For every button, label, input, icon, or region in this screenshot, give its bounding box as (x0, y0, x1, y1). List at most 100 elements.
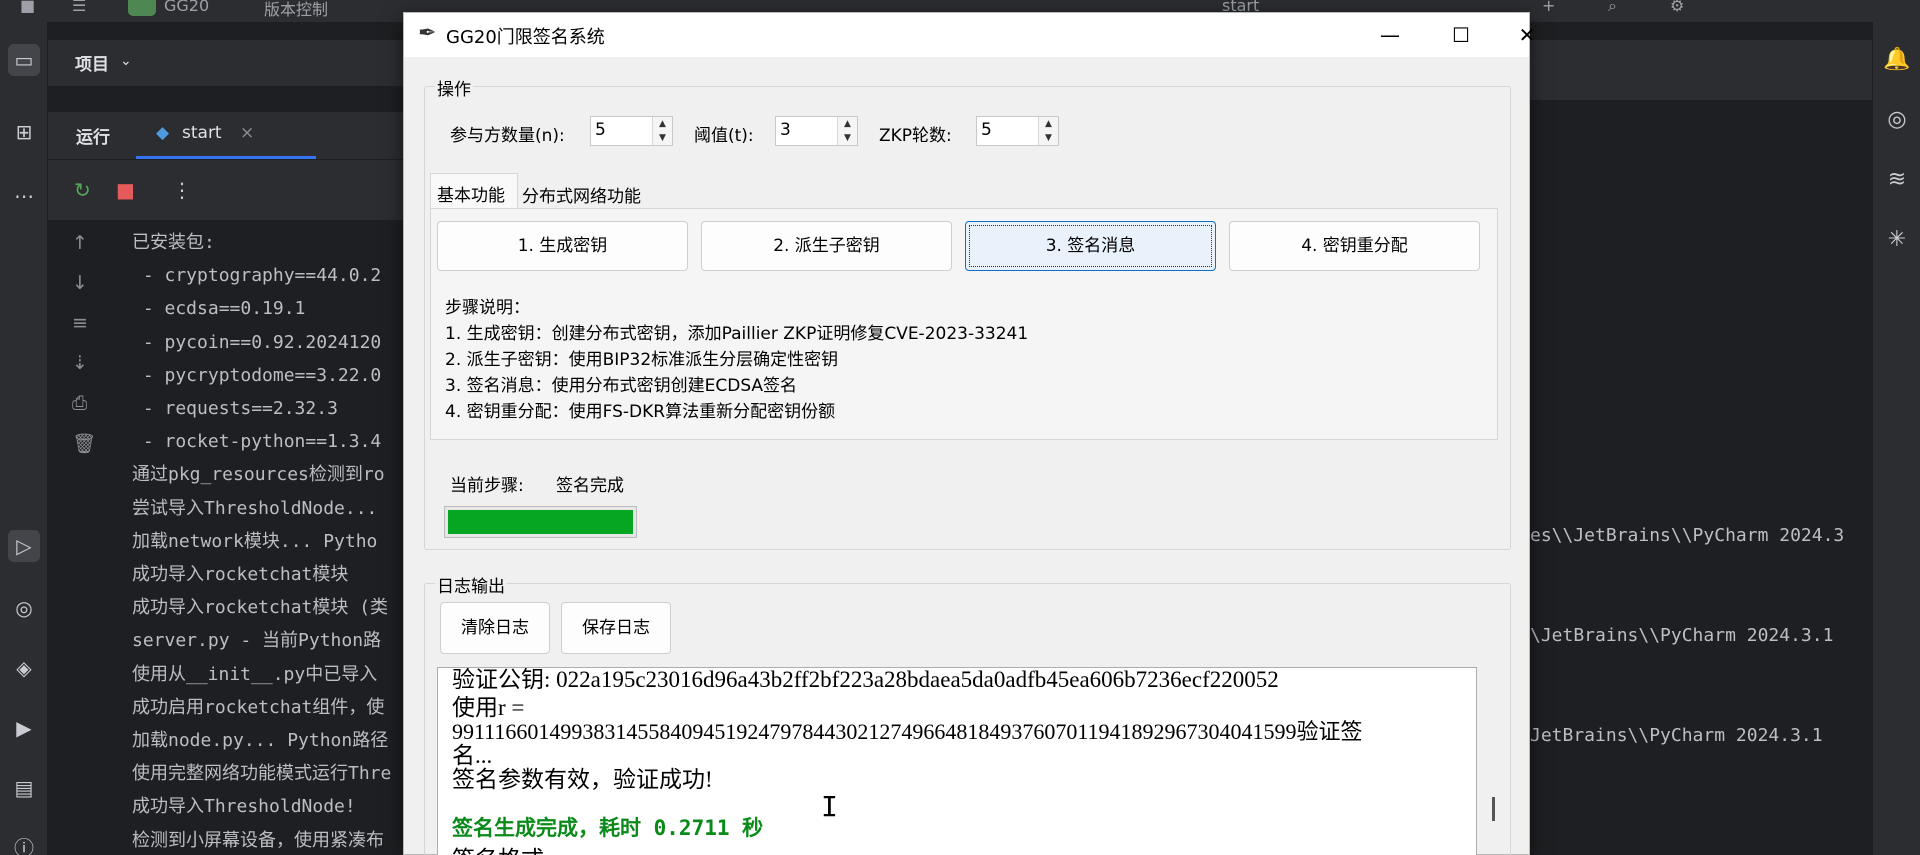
more-icon[interactable]: ⋯ (8, 180, 40, 212)
maximize-button[interactable]: ☐ (1426, 13, 1496, 57)
tab-basic[interactable]: 基本功能 (430, 173, 518, 209)
active-tab-indicator (136, 156, 316, 159)
t-spinbox[interactable]: 3 ▲ ▼ (775, 116, 858, 146)
terminal-icon[interactable]: ▤ (8, 772, 40, 804)
window-title: GG20门限签名系统 (446, 27, 605, 48)
log-scroll-thumb[interactable] (1492, 797, 1495, 821)
print-icon[interactable]: ⎙ (72, 392, 87, 414)
log-line: 签名参数有效，验证成功! (452, 767, 713, 792)
step-line: 2. 派生子密钥：使用BIP32标准派生分层确定性密钥 (445, 350, 839, 370)
structure-icon[interactable]: ⊞ (8, 116, 40, 148)
clear-log-button[interactable]: 清除日志 (440, 602, 550, 654)
project-panel-header: 项目 ⌄ (48, 40, 403, 86)
console-line: 使用完整网络功能模式运行Thre (132, 763, 392, 785)
plugin-icon[interactable]: ✳ (1883, 226, 1911, 254)
close-button[interactable]: ✕ (1492, 13, 1562, 57)
right-tool-strip: 🔔 ◎ ≋ ✳ (1872, 22, 1920, 855)
tab-distributed[interactable]: 分布式网络功能 (516, 175, 647, 211)
step-line: 1. 生成密钥：创建分布式密钥，添加Paillier ZKP证明修复CVE-20… (445, 324, 1029, 344)
console-line: 使用从__init__.py中已导入 (132, 663, 378, 685)
log-scrollbar[interactable] (1484, 667, 1504, 855)
scroll-to-end-icon[interactable]: ⇣ (72, 352, 88, 374)
run-tab-start[interactable]: start (182, 123, 222, 143)
project-badge (128, 0, 156, 16)
reshare-key-button[interactable]: 4. 密钥重分配 (1229, 221, 1480, 271)
more-options-icon[interactable]: ⋮ (172, 178, 192, 202)
stop-icon[interactable]: ■ (116, 178, 135, 202)
window-title-bar[interactable]: ✒ GG20门限签名系统 — ☐ ✕ (404, 13, 1535, 57)
run-toolbar: ↻ ■ ⋮ (48, 160, 403, 220)
generate-key-button[interactable]: 1. 生成密钥 (437, 221, 688, 271)
trash-icon[interactable]: 🗑 (72, 432, 96, 455)
n-spinbox[interactable]: 5 ▲ ▼ (590, 116, 673, 146)
n-value: 5 (595, 120, 606, 140)
bell-icon[interactable]: 🔔 (1883, 46, 1911, 74)
save-log-button[interactable]: 保存日志 (561, 602, 671, 654)
console-line: 已安装包: (132, 232, 215, 253)
console-line: 成功导入ThresholdNode! (132, 796, 356, 818)
console-line: 检测到小屏幕设备，使用紧凑布 (132, 829, 384, 851)
console-line: 加载network模块... Pytho (132, 530, 378, 552)
close-icon[interactable]: × (240, 123, 254, 143)
minimize-button[interactable]: — (1355, 13, 1425, 57)
left-tool-strip: ▭ ⊞ ⋯ ▷ ◎ ◈ ▶ ▤ ⓘ (0, 22, 48, 855)
t-label: 阈值(t): (694, 126, 754, 146)
run-console: ↑ ↓ ≡ ⇣ ⎙ 🗑 已安装包: - cryptography==44.0.2… (48, 220, 403, 855)
console-line: es\\JetBrains\\PyCharm 2024.3 (1530, 525, 1845, 546)
console-line: - ecdsa==0.19.1 (132, 298, 306, 320)
step-line: 3. 签名消息：使用分布式密钥创建ECDSA签名 (445, 376, 798, 396)
problems-icon[interactable]: ⓘ (8, 832, 40, 855)
console-line: 通过pkg_resources检测到ro (132, 464, 385, 486)
spin-down-icon[interactable]: ▼ (1039, 131, 1058, 145)
database-icon[interactable]: ≋ (1883, 166, 1911, 194)
console-output: 已安装包: - cryptography==44.0.2 - ecdsa==0.… (132, 226, 391, 855)
python-console-icon[interactable]: ◎ (8, 592, 40, 624)
log-line: 验证公钥: 022a195c23016d96a43b2ff2bf223a28bd… (452, 667, 1279, 692)
zkp-label: ZKP轮数: (879, 126, 952, 146)
console-line: 成功导入rocketchat模块 (类 (132, 597, 389, 619)
spin-down-icon[interactable]: ▼ (653, 131, 672, 145)
spin-up-icon[interactable]: ▲ (653, 117, 672, 131)
zkp-value: 5 (981, 120, 992, 140)
log-output[interactable]: 验证公钥: 022a195c23016d96a43b2ff2bf223a28bd… (437, 667, 1477, 855)
arrow-down-icon[interactable]: ↓ (72, 272, 88, 294)
folder-icon[interactable]: ▭ (8, 44, 40, 76)
layers-icon[interactable]: ◈ (8, 652, 40, 684)
ai-assistant-icon[interactable]: ◎ (1883, 106, 1911, 134)
zkp-spinbox[interactable]: 5 ▲ ▼ (976, 116, 1059, 146)
basic-tab-panel: 1. 生成密钥 2. 派生子密钥 3. 签名消息 4. 密钥重分配 步骤说明： … (430, 208, 1498, 440)
console-line: 成功导入rocketchat模块 (132, 564, 349, 586)
arrow-up-icon[interactable]: ↑ (72, 232, 88, 254)
services-icon[interactable]: ▶ (8, 712, 40, 744)
log-line: 签名格式: ... (452, 840, 573, 855)
current-step-label: 当前步骤: (450, 476, 524, 496)
t-value: 3 (780, 120, 791, 140)
run-panel-header: 运行 ◆ start × (48, 112, 403, 160)
steps-heading: 步骤说明： (445, 298, 530, 318)
spin-down-icon[interactable]: ▼ (838, 131, 857, 145)
vcs-menu[interactable]: 版本控制 (264, 0, 328, 20)
console-line: 尝试导入ThresholdNode... (132, 497, 378, 519)
chevron-down-icon[interactable]: ⌄ (120, 53, 132, 69)
run-panel-label: 运行 (76, 128, 110, 148)
soft-wrap-icon[interactable]: ≡ (72, 312, 88, 334)
progress-fill (448, 510, 633, 534)
rerun-icon[interactable]: ↻ (74, 178, 91, 202)
run-tool-icon[interactable]: ▷ (8, 530, 40, 562)
step-line: 4. 密钥重分配：使用FS-DKR算法重新分配密钥份额 (445, 402, 836, 422)
main-menu-icon[interactable]: ☰ (72, 0, 86, 15)
ops-group-title: 操作 (435, 75, 473, 100)
project-name[interactable]: GG20 (164, 0, 209, 15)
project-panel-title[interactable]: 项目 (75, 50, 109, 75)
console-line: 成功启用rocketchat组件，使 (132, 696, 385, 718)
spin-up-icon[interactable]: ▲ (838, 117, 857, 131)
app-logo-icon: ■ (20, 0, 36, 15)
sign-message-button[interactable]: 3. 签名消息 (965, 221, 1216, 271)
console-line: JetBrains\\PyCharm 2024.3.1 (1530, 725, 1823, 746)
spin-up-icon[interactable]: ▲ (1039, 117, 1058, 131)
log-success-line: 签名生成完成，耗时 0.2711 秒 (452, 816, 764, 840)
derive-key-button[interactable]: 2. 派生子密钥 (701, 221, 952, 271)
console-line: - pycoin==0.92.2024120 (132, 331, 382, 353)
console-line: - cryptography==44.0.2 (132, 265, 382, 287)
gg20-window: ✒ GG20门限签名系统 — ☐ ✕ 操作 参与方数量(n): 5 ▲ ▼ 阈值(… (403, 12, 1535, 855)
